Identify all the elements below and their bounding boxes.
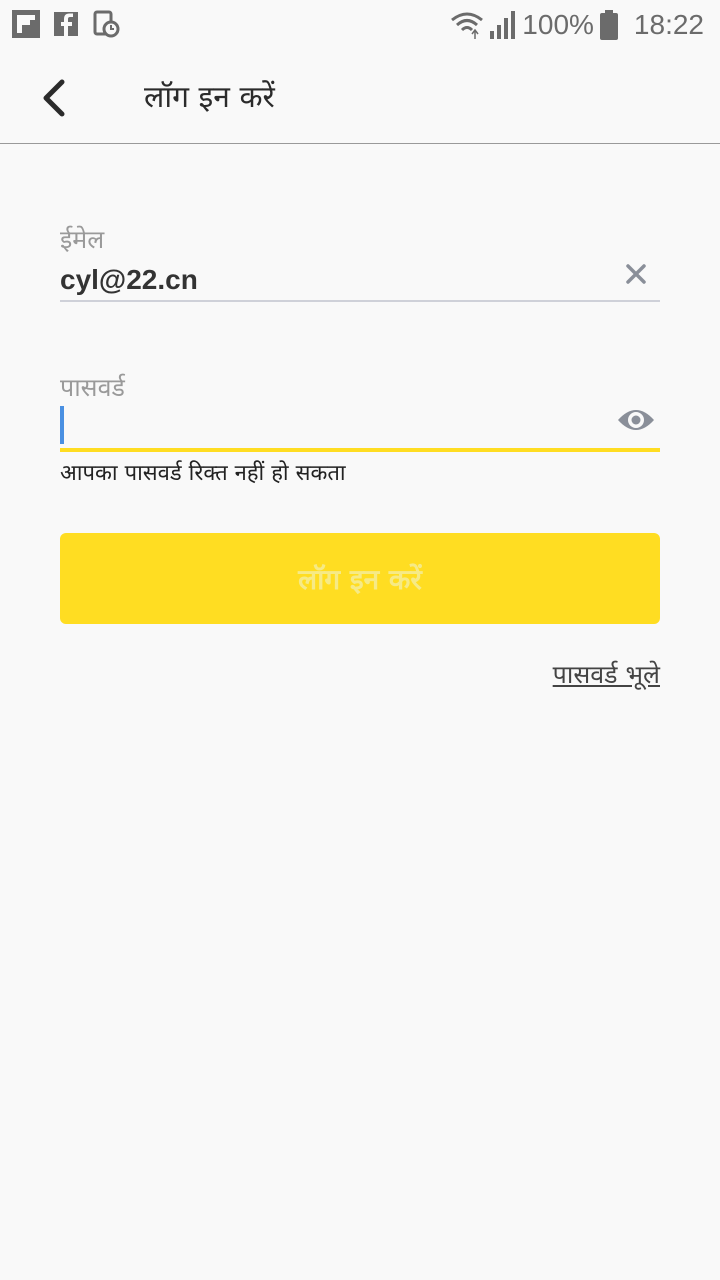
battery-percentage: 100% bbox=[522, 9, 594, 40]
app-toolbar: लॉग इन करें bbox=[0, 50, 720, 144]
login-button[interactable]: लॉग इन करें bbox=[60, 533, 660, 624]
facebook-icon bbox=[54, 12, 78, 36]
close-icon bbox=[626, 264, 646, 284]
battery-icon bbox=[599, 10, 618, 40]
email-field[interactable]: cyl@22.cn bbox=[60, 262, 198, 298]
back-button[interactable] bbox=[30, 74, 78, 122]
eye-icon bbox=[618, 410, 654, 430]
page-title: लॉग इन करें bbox=[144, 80, 275, 115]
status-bar: 100% 18:22 bbox=[0, 0, 720, 50]
wifi-icon bbox=[451, 12, 484, 39]
chevron-left-icon bbox=[43, 79, 65, 117]
login-screen: 100% 18:22 लॉग इन करें ईमेल cyl@22.cn पा… bbox=[0, 0, 720, 1280]
password-field[interactable] bbox=[60, 406, 64, 444]
login-button-label: लॉग इन करें bbox=[298, 562, 422, 596]
screen-timeout-icon bbox=[93, 10, 120, 38]
password-underline bbox=[60, 448, 660, 452]
flipboard-icon bbox=[12, 10, 40, 38]
password-error-message: आपका पासवर्ड रिक्त नहीं हो सकता bbox=[60, 461, 346, 486]
email-underline bbox=[60, 300, 660, 302]
signal-icon bbox=[490, 11, 516, 39]
clock: 18:22 bbox=[633, 9, 704, 40]
forgot-password-link[interactable]: पासवर्ड भूले bbox=[553, 658, 660, 692]
clear-email-button[interactable] bbox=[622, 260, 650, 288]
toggle-password-visibility-button[interactable] bbox=[616, 402, 656, 438]
system-icons: 100% 18:22 bbox=[450, 8, 704, 42]
email-label: ईमेल bbox=[60, 225, 105, 254]
password-label: पासवर्ड bbox=[60, 373, 125, 402]
notification-icons bbox=[12, 10, 120, 38]
